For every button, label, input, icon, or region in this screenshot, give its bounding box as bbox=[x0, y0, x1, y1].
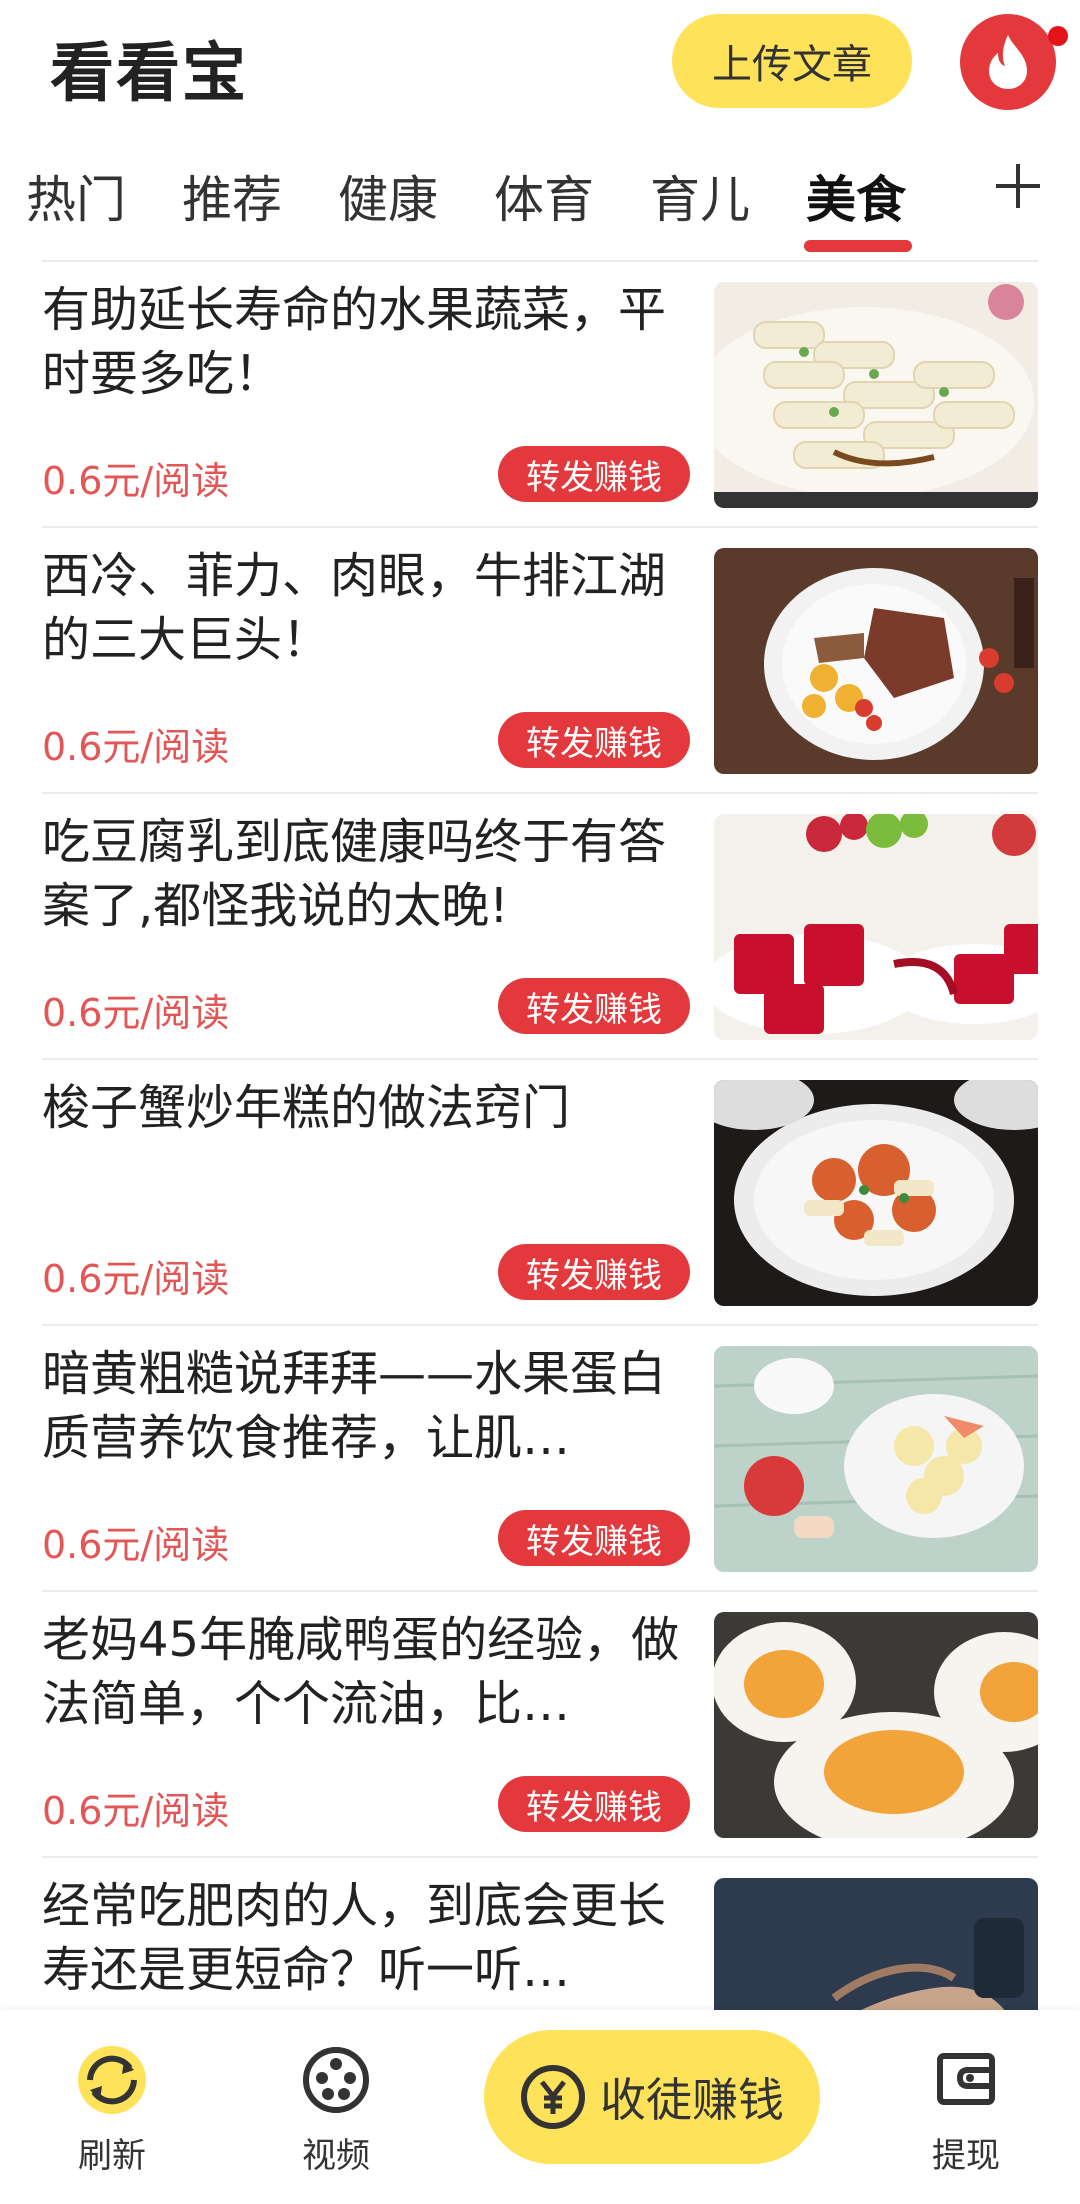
share-earn-button[interactable]: 转发赚钱 bbox=[498, 978, 690, 1034]
add-tab-icon[interactable] bbox=[996, 164, 1040, 208]
tab-health[interactable]: 健康 bbox=[338, 160, 438, 232]
notification-dot bbox=[1048, 26, 1068, 46]
recruit-label: 收徒赚钱 bbox=[600, 2073, 784, 2127]
fruit-salad-icon bbox=[714, 1346, 1038, 1572]
share-earn-button[interactable]: 转发赚钱 bbox=[498, 712, 690, 768]
tab-parenting[interactable]: 育儿 bbox=[650, 160, 750, 232]
tab-recommend[interactable]: 推荐 bbox=[182, 160, 282, 232]
article-item[interactable]: 有助延长寿命的水果蔬菜，平时要多吃！ 0.6元/阅读 转发赚钱 bbox=[42, 262, 1038, 528]
article-price: 0.6元/阅读 bbox=[42, 459, 230, 503]
yuan-coin-icon bbox=[521, 2065, 585, 2129]
share-earn-button[interactable]: 转发赚钱 bbox=[498, 1244, 690, 1300]
tab-food[interactable]: 美食 bbox=[806, 160, 906, 232]
salted-egg-icon bbox=[714, 1612, 1038, 1838]
article-feed[interactable]: 有助延长寿命的水果蔬菜，平时要多吃！ 0.6元/阅读 转发赚钱 西冷、菲力、肉眼… bbox=[0, 262, 1080, 2010]
article-item[interactable]: 吃豆腐乳到底健康吗终于有答案了,都怪我说的太晚! 0.6元/阅读 转发赚钱 bbox=[42, 794, 1038, 1060]
article-item[interactable]: 暗黄粗糙说拜拜——水果蛋白质营养饮食推荐，让肌… 0.6元/阅读 转发赚钱 bbox=[42, 1326, 1038, 1592]
recruit-earn-button[interactable]: 收徒赚钱 bbox=[484, 2030, 820, 2164]
nav-video-label: 视频 bbox=[302, 2136, 370, 2176]
article-title: 老妈45年腌咸鸭蛋的经验，做法简单，个个流油，比… bbox=[42, 1612, 680, 1732]
share-earn-button[interactable]: 转发赚钱 bbox=[498, 1776, 690, 1832]
app-title: 看看宝 bbox=[50, 37, 248, 111]
nav-video[interactable]: 视频 bbox=[256, 2040, 416, 2190]
share-earn-button[interactable]: 转发赚钱 bbox=[498, 1510, 690, 1566]
article-price: 0.6元/阅读 bbox=[42, 1789, 230, 1833]
crab-rice-cake-icon bbox=[714, 1080, 1038, 1306]
flame-icon bbox=[989, 35, 1027, 89]
nav-withdraw-label: 提现 bbox=[932, 2136, 1000, 2176]
tab-sports[interactable]: 体育 bbox=[494, 160, 594, 232]
article-title: 吃豆腐乳到底健康吗终于有答案了,都怪我说的太晚! bbox=[42, 814, 667, 934]
red-tofu-icon bbox=[714, 814, 1038, 1040]
nav-refresh[interactable]: 刷新 bbox=[32, 2040, 192, 2190]
article-title: 有助延长寿命的水果蔬菜，平时要多吃！ bbox=[42, 282, 667, 402]
article-price: 0.6元/阅读 bbox=[42, 991, 230, 1035]
article-title: 经常吃肥肉的人，到底会更长寿还是更短命？听一听… bbox=[42, 1878, 667, 1998]
article-item[interactable]: 经常吃肥肉的人，到底会更长寿还是更短命？听一听… bbox=[42, 1858, 1038, 2010]
upload-article-button[interactable]: 上传文章 bbox=[672, 14, 912, 108]
article-title: 暗黄粗糙说拜拜——水果蛋白质营养饮食推荐，让肌… bbox=[42, 1346, 667, 1466]
share-earn-button[interactable]: 转发赚钱 bbox=[498, 446, 690, 502]
article-item[interactable]: 老妈45年腌咸鸭蛋的经验，做法简单，个个流油，比… 0.6元/阅读 转发赚钱 bbox=[42, 1592, 1038, 1858]
bottom-nav: 刷新 视频 收徒赚钱 提现 bbox=[0, 2010, 1080, 2204]
category-tabs: 热门 推荐 健康 体育 育儿 美食 bbox=[0, 150, 1080, 260]
article-price: 0.6元/阅读 bbox=[42, 1257, 230, 1301]
hot-button[interactable] bbox=[960, 14, 1056, 110]
article-price: 0.6元/阅读 bbox=[42, 1523, 230, 1567]
nav-refresh-label: 刷新 bbox=[78, 2136, 146, 2176]
app-header: 看看宝 上传文章 bbox=[0, 0, 1080, 130]
refresh-icon bbox=[78, 2046, 146, 2114]
article-price: 0.6元/阅读 bbox=[42, 725, 230, 769]
rice-cakes-icon bbox=[714, 282, 1038, 508]
active-tab-indicator bbox=[804, 240, 912, 252]
article-title: 梭子蟹炒年糕的做法窍门 bbox=[42, 1080, 571, 1136]
elderly-hands-icon bbox=[714, 1878, 1038, 2010]
tab-hot[interactable]: 热门 bbox=[26, 160, 126, 232]
article-title: 西冷、菲力、肉眼，牛排江湖的三大巨头！ bbox=[42, 548, 667, 668]
wallet-icon bbox=[937, 2053, 995, 2105]
film-reel-icon bbox=[303, 2047, 369, 2113]
steak-plate-icon bbox=[714, 548, 1038, 774]
article-item[interactable]: 西冷、菲力、肉眼，牛排江湖的三大巨头！ 0.6元/阅读 转发赚钱 bbox=[42, 528, 1038, 794]
article-item[interactable]: 梭子蟹炒年糕的做法窍门 0.6元/阅读 转发赚钱 bbox=[42, 1060, 1038, 1326]
nav-withdraw[interactable]: 提现 bbox=[886, 2040, 1046, 2190]
